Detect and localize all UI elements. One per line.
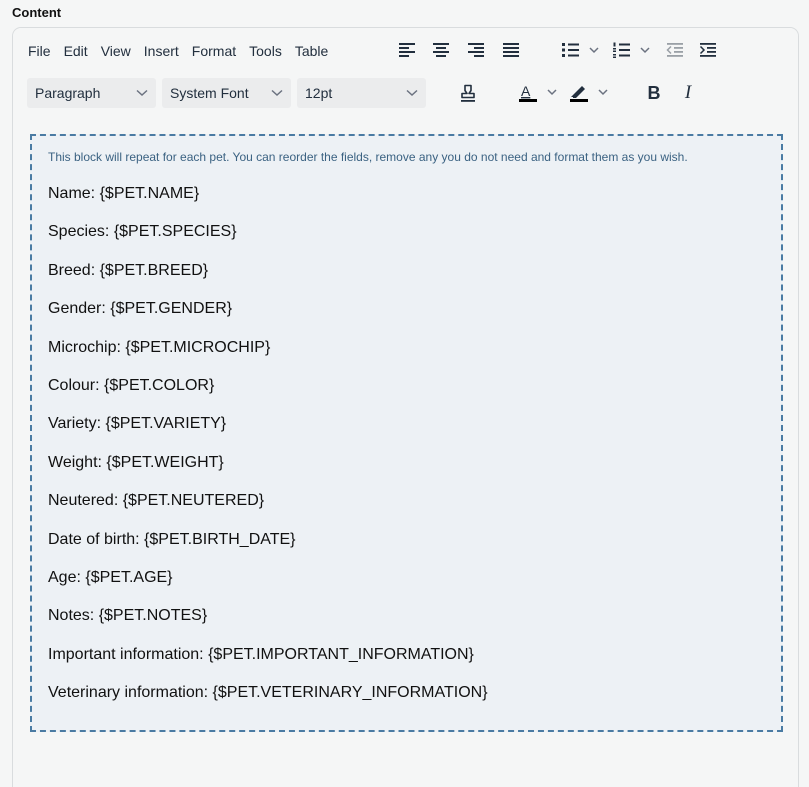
outdent-button[interactable]	[661, 35, 689, 65]
numbered-list-button[interactable]	[609, 35, 655, 65]
merge-field-line[interactable]: Colour: {$PET.COLOR}	[48, 376, 488, 414]
repeat-block[interactable]: This block will repeat for each pet. You…	[30, 134, 783, 732]
merge-field-line[interactable]: Age: {$PET.AGE}	[48, 568, 488, 606]
menu-tools[interactable]: Tools	[243, 36, 288, 66]
merge-field-line[interactable]: Breed: {$PET.BREED}	[48, 261, 488, 299]
merge-field-list: Name: {$PET.NAME} Species: {$PET.SPECIES…	[48, 184, 488, 721]
align-left-button[interactable]	[393, 35, 421, 65]
merge-field-line[interactable]: Variety: {$PET.VARIETY}	[48, 414, 488, 452]
align-center-button[interactable]	[427, 35, 455, 65]
font-family-select[interactable]: System Font	[162, 78, 291, 108]
bullet-list-icon	[562, 43, 599, 57]
menu-view[interactable]: View	[95, 36, 137, 66]
merge-field-line[interactable]: Date of birth: {$PET.BIRTH_DATE}	[48, 530, 488, 568]
editor-header: File Edit View Insert Format Tools Table	[13, 28, 798, 116]
align-center-icon	[433, 43, 449, 57]
merge-field-line[interactable]: Weight: {$PET.WEIGHT}	[48, 453, 488, 491]
font-size-select[interactable]: 12pt	[297, 78, 426, 108]
align-right-button[interactable]	[462, 35, 490, 65]
text-color-icon: A	[519, 83, 557, 102]
svg-text:A: A	[521, 83, 531, 99]
menu-insert[interactable]: Insert	[138, 36, 185, 66]
merge-field-line[interactable]: Important information: {$PET.IMPORTANT_I…	[48, 645, 488, 683]
indent-icon	[699, 43, 716, 57]
block-format-value: Paragraph	[35, 85, 101, 101]
menu-file[interactable]: File	[22, 36, 57, 66]
merge-field-line[interactable]: Species: {$PET.SPECIES}	[48, 222, 488, 260]
italic-button[interactable]: I	[674, 78, 702, 108]
font-family-value: System Font	[170, 85, 249, 101]
editor-content-area[interactable]: This block will repeat for each pet. You…	[13, 116, 798, 787]
align-left-icon	[399, 43, 415, 57]
bold-button[interactable]: B	[640, 78, 668, 108]
chevron-down-icon	[406, 89, 418, 97]
rich-text-editor: File Edit View Insert Format Tools Table	[12, 27, 799, 787]
repeat-block-note: This block will repeat for each pet. You…	[48, 150, 688, 164]
align-justify-icon	[503, 43, 519, 57]
menu-edit[interactable]: Edit	[58, 36, 94, 66]
merge-field-line[interactable]: Gender: {$PET.GENDER}	[48, 299, 488, 337]
merge-field-button[interactable]	[454, 78, 482, 108]
font-size-value: 12pt	[305, 85, 333, 101]
merge-field-line[interactable]: Name: {$PET.NAME}	[48, 184, 488, 222]
menu-format[interactable]: Format	[186, 36, 242, 66]
indent-button[interactable]	[694, 35, 722, 65]
merge-field-line[interactable]: Notes: {$PET.NOTES}	[48, 606, 488, 644]
chevron-down-icon	[271, 89, 283, 97]
align-right-icon	[468, 43, 484, 57]
bullet-list-button[interactable]	[558, 35, 604, 65]
menu-table[interactable]: Table	[289, 36, 334, 66]
content-field-label: Content	[12, 5, 62, 20]
merge-field-line[interactable]: Neutered: {$PET.NEUTERED}	[48, 491, 488, 529]
block-format-select[interactable]: Paragraph	[27, 78, 156, 108]
outdent-icon	[666, 43, 683, 57]
numbered-list-icon	[613, 42, 650, 58]
highlight-pen-icon	[570, 86, 608, 102]
menubar: File Edit View Insert Format Tools Table	[22, 36, 335, 66]
align-justify-button[interactable]	[497, 35, 525, 65]
merge-field-line[interactable]: Veterinary information: {$PET.VETERINARY…	[48, 683, 488, 721]
merge-field-line[interactable]: Microchip: {$PET.MICROCHIP}	[48, 338, 488, 376]
chevron-down-icon	[136, 89, 148, 97]
highlight-color-button[interactable]	[566, 78, 614, 108]
stamp-icon	[461, 84, 475, 102]
text-color-button[interactable]: A	[515, 78, 563, 108]
